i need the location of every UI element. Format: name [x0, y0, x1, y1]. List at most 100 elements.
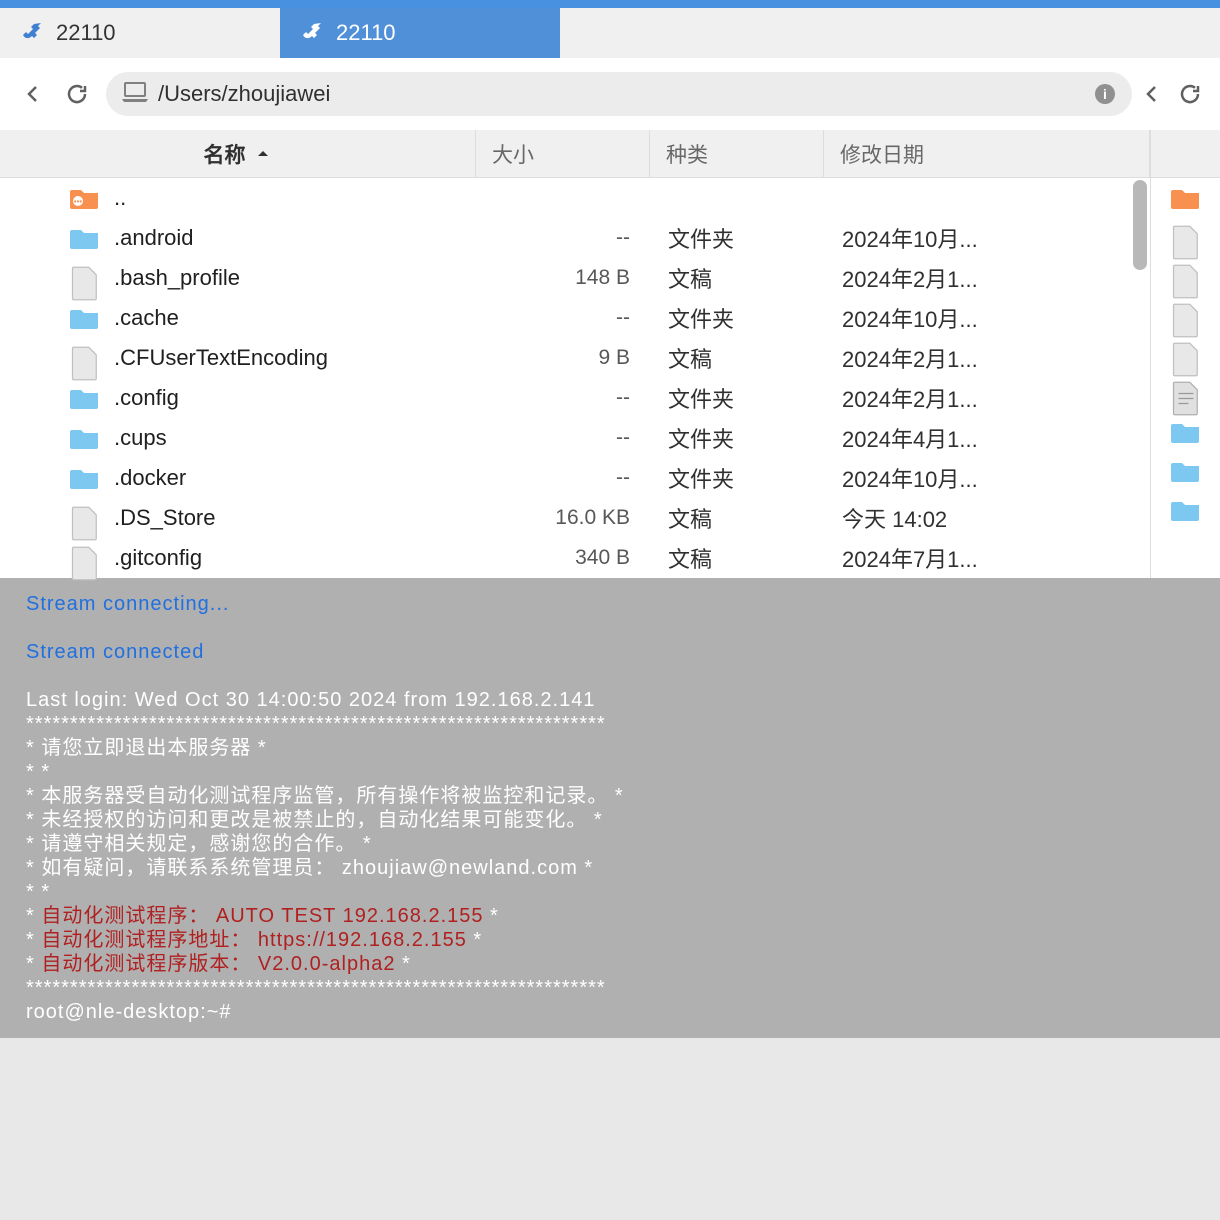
- file-date: 2024年2月1...: [826, 382, 1150, 414]
- plug-icon: [20, 21, 44, 45]
- file-row[interactable]: .bash_profile148 B文稿2024年2月1...: [0, 258, 1150, 298]
- file-size: --: [478, 226, 652, 250]
- term-line: * 本服务器受自动化测试程序监管，所有操作将被监控和记录。 *: [26, 784, 1194, 808]
- terminal[interactable]: Stream connecting... Stream connected La…: [0, 578, 1220, 1038]
- tab-bar: 22110 22110: [0, 8, 1220, 58]
- tab-2[interactable]: 22110: [280, 8, 560, 58]
- file-size: 16.0 KB: [478, 506, 652, 530]
- header-name[interactable]: 名称: [0, 130, 476, 177]
- term-line: Stream connected: [26, 640, 1194, 664]
- file-size: --: [478, 426, 652, 450]
- file-row[interactable]: .DS_Store16.0 KB文稿今天 14:02: [0, 498, 1150, 538]
- file-size: 9 B: [478, 346, 652, 370]
- parent-icon: [1171, 186, 1201, 210]
- file-name: .bash_profile: [114, 265, 478, 291]
- parent-dir-row[interactable]: ••• ..: [0, 178, 1150, 218]
- path-text: /Users/zhoujiawei: [158, 81, 1084, 107]
- term-line: * 自动化测试程序地址： https://192.168.2.155 *: [26, 928, 1194, 952]
- path-bar[interactable]: /Users/zhoujiawei i: [106, 72, 1132, 116]
- back-button-right[interactable]: [1140, 79, 1164, 109]
- term-line: ****************************************…: [26, 712, 1194, 736]
- file-date: 2024年2月1...: [826, 262, 1150, 294]
- file-name: .CFUserTextEncoding: [114, 345, 478, 371]
- refresh-button-right[interactable]: [1178, 79, 1202, 109]
- term-line: Stream connecting...: [26, 592, 1194, 616]
- file-date: 2024年2月1...: [826, 342, 1150, 374]
- scrollbar-thumb[interactable]: [1133, 180, 1147, 270]
- file-icon: [1171, 225, 1201, 249]
- file-date: 2024年10月...: [826, 222, 1150, 254]
- plug-icon: [300, 21, 324, 45]
- file-row[interactable]: .android--文件夹2024年10月...: [0, 218, 1150, 258]
- svg-text:•••: •••: [74, 197, 83, 206]
- term-line: Last login: Wed Oct 30 14:00:50 2024 fro…: [26, 688, 1194, 712]
- file-date: 今天 14:02: [826, 502, 1150, 534]
- file-name: .config: [114, 385, 478, 411]
- term-line: ****************************************…: [26, 976, 1194, 1000]
- file-icon: [70, 506, 100, 530]
- doc-icon: [1171, 381, 1201, 405]
- file-row[interactable]: .cups--文件夹2024年4月1...: [0, 418, 1150, 458]
- file-date: 2024年7月1...: [826, 542, 1150, 574]
- file-icon: [1171, 303, 1201, 327]
- folder-icon: [70, 466, 100, 490]
- file-name: .DS_Store: [114, 505, 478, 531]
- file-name: .docker: [114, 465, 478, 491]
- file-row[interactable]: .gitconfig340 B文稿2024年7月1...: [0, 538, 1150, 578]
- file-size: --: [478, 306, 652, 330]
- header-date[interactable]: 修改日期: [824, 130, 1150, 177]
- file-icon: [1171, 342, 1201, 366]
- file-date: 2024年4月1...: [826, 422, 1150, 454]
- refresh-button[interactable]: [62, 79, 92, 109]
- folder-icon: [1171, 420, 1201, 444]
- term-line: * 如有疑问，请联系系统管理员： zhoujiaw@newland.com *: [26, 856, 1194, 880]
- folder-icon: [1171, 498, 1201, 522]
- file-kind: 文件夹: [652, 382, 826, 414]
- tab-label: 22110: [336, 20, 396, 46]
- parent-folder-icon: •••: [70, 186, 100, 210]
- file-kind: 文稿: [652, 262, 826, 294]
- file-kind: 文件夹: [652, 462, 826, 494]
- file-row[interactable]: .CFUserTextEncoding9 B文稿2024年2月1...: [0, 338, 1150, 378]
- term-line: * *: [26, 880, 1194, 904]
- term-line: * 请您立即退出本服务器 *: [26, 736, 1194, 760]
- file-icon: [70, 346, 100, 370]
- file-date: 2024年10月...: [826, 462, 1150, 494]
- file-kind: 文件夹: [652, 302, 826, 334]
- file-date: 2024年10月...: [826, 302, 1150, 334]
- back-button[interactable]: [18, 79, 48, 109]
- term-line: * 未经授权的访问和更改是被禁止的，自动化结果可能变化。 *: [26, 808, 1194, 832]
- info-icon[interactable]: i: [1094, 83, 1116, 105]
- header-kind[interactable]: 种类: [650, 130, 824, 177]
- file-icon: [70, 266, 100, 290]
- file-name: ..: [114, 185, 478, 211]
- header-size[interactable]: 大小: [476, 130, 650, 177]
- column-headers: 名称 大小 种类 修改日期: [0, 130, 1150, 178]
- term-prompt: root@nle-desktop:~#: [26, 1000, 1194, 1024]
- file-kind: 文件夹: [652, 222, 826, 254]
- file-name: .cache: [114, 305, 478, 331]
- file-size: 340 B: [478, 546, 652, 570]
- tab-label: 22110: [56, 20, 116, 46]
- file-browser-panel: /Users/zhoujiawei i 名称 大小 种类: [0, 58, 1220, 578]
- file-row[interactable]: .docker--文件夹2024年10月...: [0, 458, 1150, 498]
- file-list: ••• .. .android--文件夹2024年10月....bash_pro…: [0, 178, 1150, 578]
- file-icon: [70, 546, 100, 570]
- term-line: * 自动化测试程序版本： V2.0.0-alpha2 *: [26, 952, 1194, 976]
- folder-icon: [70, 226, 100, 250]
- folder-icon: [70, 386, 100, 410]
- file-row[interactable]: .cache--文件夹2024年10月...: [0, 298, 1150, 338]
- file-size: --: [478, 466, 652, 490]
- svg-text:i: i: [1103, 86, 1107, 102]
- folder-icon: [1171, 459, 1201, 483]
- right-header: [1151, 130, 1220, 178]
- term-line: * *: [26, 760, 1194, 784]
- folder-icon: [70, 306, 100, 330]
- file-name: .gitconfig: [114, 545, 478, 571]
- file-kind: 文稿: [652, 502, 826, 534]
- file-kind: 文件夹: [652, 422, 826, 454]
- file-row[interactable]: .config--文件夹2024年2月1...: [0, 378, 1150, 418]
- tab-1[interactable]: 22110: [0, 8, 280, 58]
- term-line: * 自动化测试程序： AUTO TEST 192.168.2.155 *: [26, 904, 1194, 928]
- file-kind: 文稿: [652, 342, 826, 374]
